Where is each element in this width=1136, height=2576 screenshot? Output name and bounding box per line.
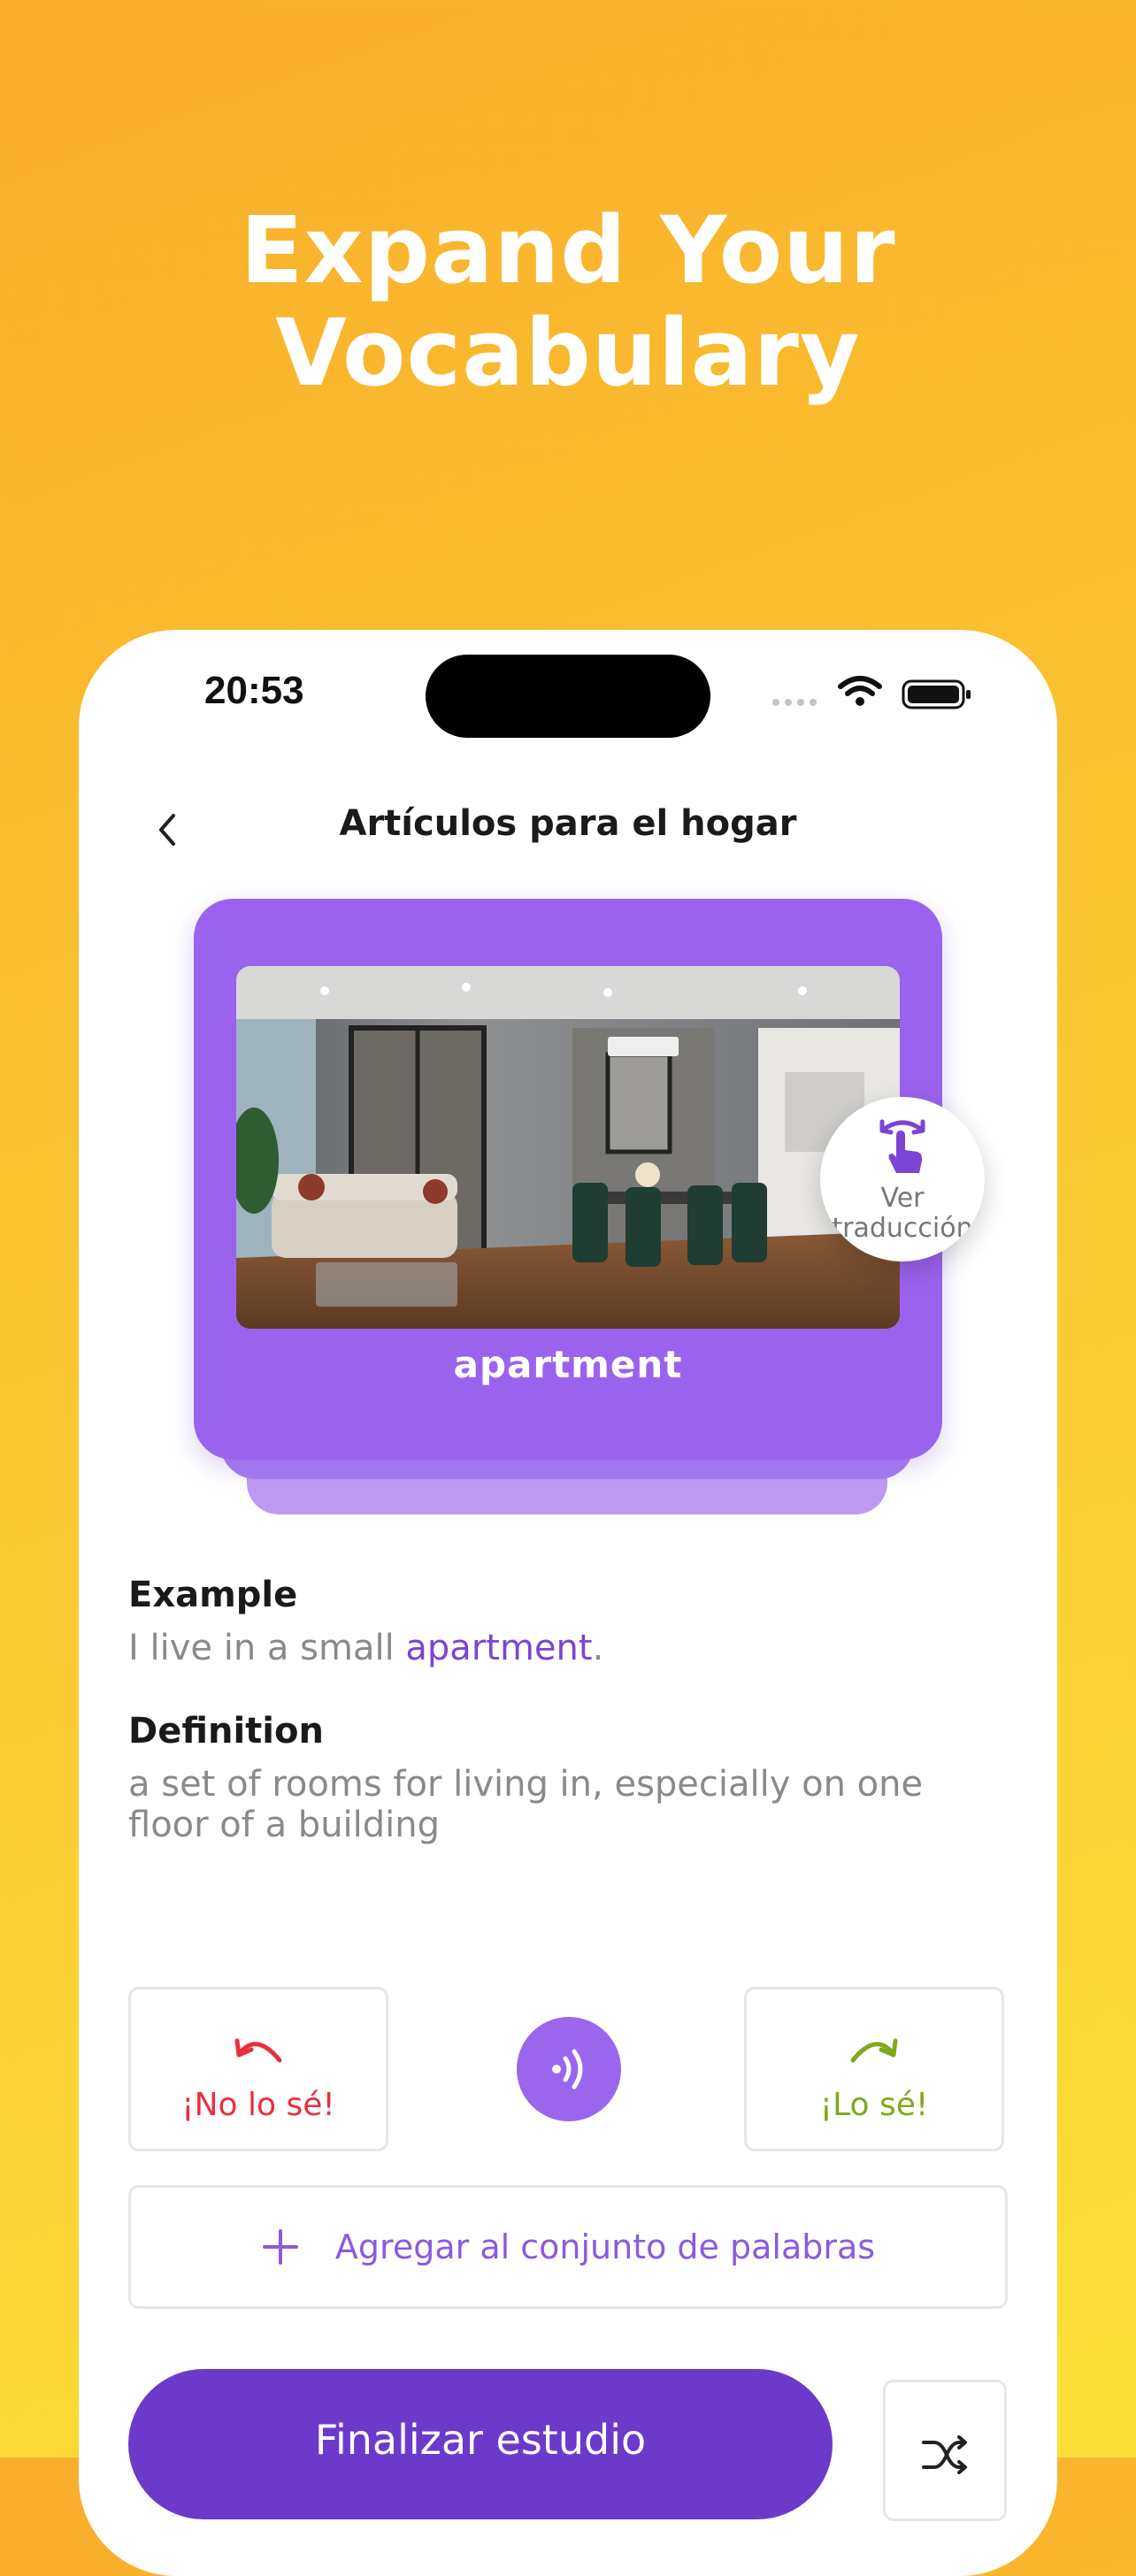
headline-line-2: Vocabulary: [275, 299, 861, 407]
translate-line-2: traducción: [832, 1213, 973, 1244]
page-title: Artículos para el hogar: [339, 803, 797, 844]
see-translation-button[interactable]: Ver traducción: [820, 1097, 985, 1261]
dont-know-button[interactable]: ¡No lo sé!: [128, 1987, 388, 2151]
wifi-icon: [838, 676, 882, 706]
example-text: I live in a small apartment.: [128, 1628, 1013, 1668]
speaker-waves-icon: [552, 2049, 583, 2089]
know-button[interactable]: ¡Lo sé!: [744, 1987, 1004, 2151]
marketing-headline: Expand Your Vocabulary: [0, 199, 1136, 404]
example-highlight-word: apartment: [405, 1628, 593, 1668]
shuffle-button[interactable]: [883, 2380, 1007, 2521]
battery-icon: [902, 679, 971, 709]
definition-text: a set of rooms for living in, especially…: [128, 1764, 924, 1845]
see-translation-label: Ver traducción: [820, 1184, 985, 1244]
finish-study-button[interactable]: Finalizar estudio: [128, 2369, 833, 2519]
dynamic-island: [426, 655, 710, 738]
headline-line-1: Expand Your: [240, 196, 896, 304]
play-audio-button[interactable]: [517, 2017, 621, 2121]
status-time: 20:53: [204, 669, 304, 712]
add-to-word-set-label: Agregar al conjunto de palabras: [334, 2227, 876, 2266]
example-label: Example: [128, 1575, 298, 1615]
know-label: ¡Lo sé!: [819, 2087, 929, 2123]
undo-arrow-icon: [234, 2038, 282, 2063]
phone-screen: 20:53 Artículos para el hogar apartment …: [79, 630, 1057, 2576]
translate-line-1: Ver: [880, 1183, 925, 1214]
tap-hand-icon: [879, 1119, 925, 1173]
example-text-after: .: [592, 1628, 604, 1668]
plus-icon: [262, 2229, 298, 2265]
redo-arrow-icon: [850, 2038, 898, 2063]
definition-label: Definition: [128, 1711, 324, 1752]
flashcard-image: [236, 966, 900, 1329]
flashcard-word: apartment: [453, 1343, 683, 1386]
add-to-word-set-button[interactable]: Agregar al conjunto de palabras: [128, 2185, 1008, 2309]
cellular-signal-icon: [772, 699, 817, 706]
dont-know-label: ¡No lo sé!: [181, 2087, 335, 2123]
shuffle-icon: [922, 2435, 967, 2474]
example-text-before: I live in a small: [128, 1628, 406, 1668]
apartment-photo: [236, 966, 900, 1329]
